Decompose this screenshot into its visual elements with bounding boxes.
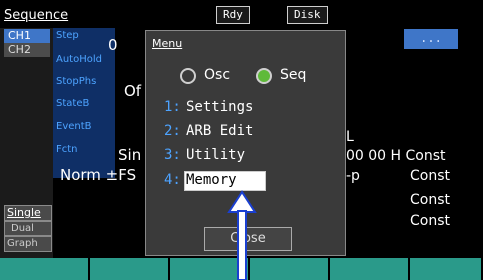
right-value-hold: 00 00 H Const	[346, 148, 446, 164]
menu-item-4-number: 4:	[164, 172, 181, 188]
norm-range-value: Norm ±FS	[60, 166, 137, 184]
channel-2-tab[interactable]: CH2	[4, 43, 50, 57]
param-state-branch[interactable]: StateB	[56, 98, 89, 109]
param-event-branch[interactable]: EventB	[56, 121, 92, 132]
status-ready: Rdy	[216, 6, 250, 24]
right-value-const-3: Const	[410, 192, 450, 208]
status-disk: Disk	[287, 6, 328, 24]
softkey-6[interactable]	[410, 258, 483, 280]
display-mode-graph[interactable]: Graph	[4, 236, 52, 252]
display-mode-dual[interactable]: Dual	[4, 221, 52, 236]
menu-item-1-number: 1:	[164, 99, 181, 115]
stop-phase-value: Of	[124, 82, 142, 100]
softkey-5[interactable]	[330, 258, 410, 280]
softkey-4[interactable]	[250, 258, 330, 280]
step-value: 0	[108, 36, 118, 54]
softkey-2[interactable]	[90, 258, 170, 280]
softkey-1[interactable]	[0, 258, 90, 280]
radio-seq-icon[interactable]	[256, 68, 272, 84]
pointer-arrow-icon	[227, 190, 257, 280]
param-autohold[interactable]: AutoHold	[56, 54, 102, 65]
menu-item-3-number: 3:	[164, 147, 181, 163]
right-value-p: -p	[346, 168, 360, 184]
channel-1-tab[interactable]: CH1	[4, 29, 50, 43]
radio-osc-icon[interactable]	[180, 68, 196, 84]
right-value-l: L	[346, 129, 354, 145]
menu-item-arb-edit[interactable]: ARB Edit	[186, 123, 253, 139]
param-step[interactable]: Step	[56, 30, 79, 41]
menu-item-memory[interactable]: Memory	[186, 172, 237, 188]
menu-item-settings[interactable]: Settings	[186, 99, 253, 115]
right-value-const-4: Const	[410, 213, 450, 229]
radio-osc-label[interactable]: Osc	[204, 67, 230, 83]
menu-item-2-number: 2:	[164, 123, 181, 139]
menu-item-utility[interactable]: Utility	[186, 147, 245, 163]
more-button[interactable]: ...	[404, 29, 458, 49]
display-mode-single[interactable]: Single	[4, 205, 52, 221]
param-stop-phase[interactable]: StopPhs	[56, 76, 96, 87]
function-value: Sin	[118, 146, 142, 164]
menu-title: Menu	[152, 37, 183, 50]
radio-seq-label[interactable]: Seq	[280, 67, 306, 83]
mode-title: Sequence	[4, 8, 69, 23]
param-function[interactable]: Fctn	[56, 144, 78, 155]
right-value-const-2: Const	[410, 168, 450, 184]
